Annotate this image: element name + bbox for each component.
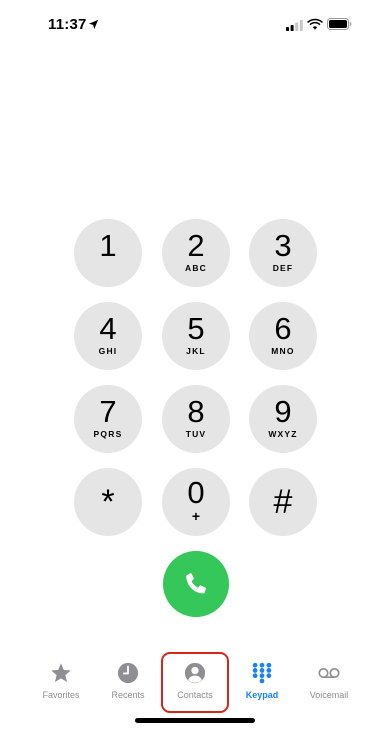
- phone-icon: [186, 573, 206, 594]
- keypad-grid-icon: [252, 662, 272, 684]
- tab-voicemail[interactable]: Voicemail: [294, 650, 364, 702]
- key-4[interactable]: 4 GHI: [74, 302, 142, 370]
- key-digit: 2: [187, 228, 205, 263]
- tab-label: Keypad: [245, 690, 279, 700]
- key-digit: 4: [99, 311, 117, 346]
- tab-recents[interactable]: Recents: [93, 650, 163, 702]
- key-2[interactable]: 2 ABC: [162, 219, 230, 287]
- keypad: 1 2 ABC 3 DEF 4 GHI 5 JKL 6 MNO 7 PQRS 8…: [0, 0, 373, 640]
- key-8[interactable]: 8 TUV: [162, 385, 230, 453]
- call-button[interactable]: [163, 551, 229, 617]
- key-letters: ABC: [184, 263, 207, 273]
- key-1[interactable]: 1: [74, 219, 142, 287]
- key-3[interactable]: 3 DEF: [249, 219, 317, 287]
- key-digit: 0: [187, 475, 205, 510]
- home-indicator[interactable]: [135, 718, 255, 723]
- key-digit: 8: [187, 394, 205, 429]
- key-letters: TUV: [185, 429, 207, 439]
- tab-label: Recents: [111, 690, 145, 700]
- key-letters: GHI: [98, 346, 118, 356]
- key-letters: PQRS: [93, 429, 123, 439]
- key-letters: WXYZ: [268, 429, 298, 439]
- key-digit: 1: [99, 228, 117, 263]
- key-digit: 3: [274, 228, 292, 263]
- voicemail-icon: [318, 667, 340, 679]
- key-digit: 6: [274, 311, 292, 346]
- tab-label: Favorites: [42, 690, 80, 700]
- key-0[interactable]: 0 +: [162, 468, 230, 536]
- tab-label: Voicemail: [309, 690, 349, 700]
- key-6[interactable]: 6 MNO: [249, 302, 317, 370]
- key-digit: #: [273, 483, 293, 521]
- tab-bar: Favorites Recents Contacts Keypad Voicem…: [0, 650, 373, 720]
- key-9[interactable]: 9 WXYZ: [249, 385, 317, 453]
- key-digit: 9: [274, 394, 292, 429]
- tab-favorites[interactable]: Favorites: [26, 650, 96, 702]
- key-5[interactable]: 5 JKL: [162, 302, 230, 370]
- key-7[interactable]: 7 PQRS: [74, 385, 142, 453]
- tab-keypad[interactable]: Keypad: [227, 650, 297, 702]
- key-star[interactable]: *: [74, 468, 142, 536]
- person-circle-icon: [184, 662, 206, 684]
- key-digit: *: [101, 483, 115, 521]
- key-hash[interactable]: #: [249, 468, 317, 536]
- star-icon: [51, 663, 71, 682]
- key-letters: JKL: [186, 346, 206, 356]
- tab-label: Contacts: [177, 690, 213, 700]
- tab-contacts[interactable]: Contacts: [160, 650, 230, 702]
- clock-icon: [117, 662, 139, 684]
- key-letters: +: [191, 508, 201, 524]
- key-digit: 5: [187, 311, 205, 346]
- key-letters: MNO: [271, 346, 295, 356]
- key-digit: 7: [99, 394, 117, 429]
- key-letters: DEF: [272, 263, 294, 273]
